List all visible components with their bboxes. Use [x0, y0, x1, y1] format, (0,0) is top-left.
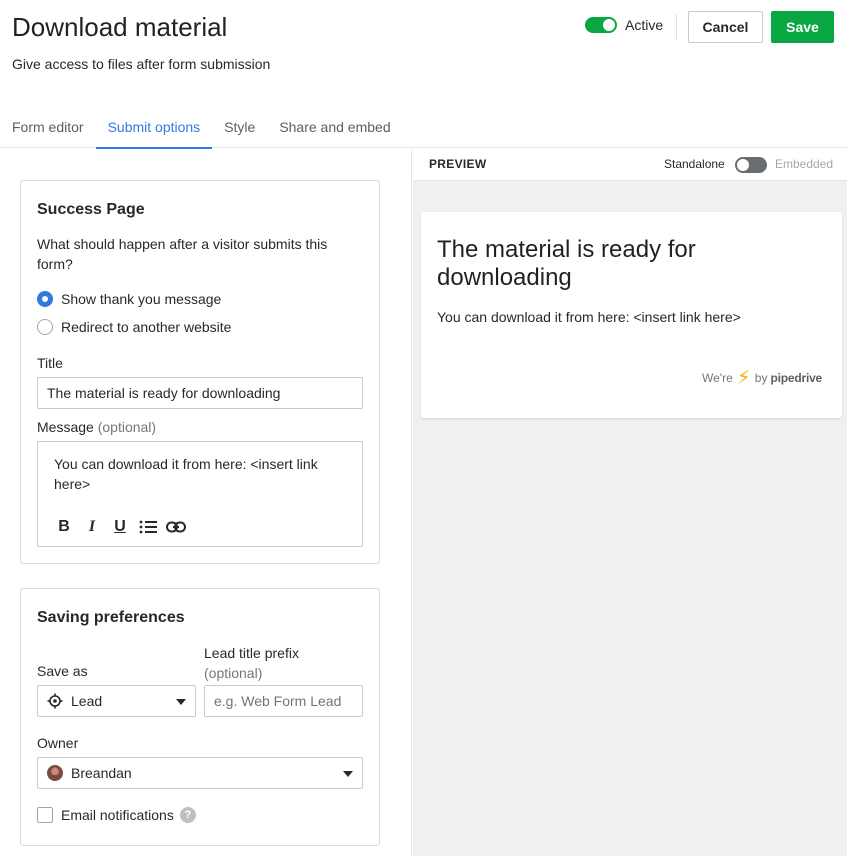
success-page-card: Success Page What should happen after a … — [20, 180, 380, 564]
avatar — [47, 765, 63, 781]
target-icon — [47, 693, 63, 709]
lead-prefix-label: Lead title prefix (optional) — [204, 643, 299, 683]
preview-card: The material is ready for downloading Yo… — [421, 212, 842, 418]
brand-prefix: We're — [702, 371, 733, 385]
message-field-label: Message (optional) — [37, 419, 156, 435]
active-toggle[interactable] — [585, 17, 617, 33]
help-icon[interactable]: ? — [179, 807, 196, 823]
success-page-title: Success Page — [37, 201, 145, 218]
email-notifications-row: Email notifications ? — [37, 807, 196, 823]
toggle-knob — [603, 19, 615, 31]
owner-value: Breandan — [71, 765, 132, 781]
radio-redirect[interactable]: Redirect to another website — [37, 319, 231, 335]
active-toggle-group: Active — [585, 17, 663, 33]
save-as-label: Save as — [37, 663, 88, 679]
radio-label: Redirect to another website — [61, 319, 232, 335]
page-header: Download material Give access to files a… — [0, 0, 847, 149]
tab-share-and-embed[interactable]: Share and embed — [267, 106, 402, 148]
radio-button-checked[interactable] — [37, 291, 53, 307]
message-optional-text: (optional) — [97, 419, 157, 435]
lightning-icon: ⚡ — [736, 367, 751, 389]
title-input[interactable] — [37, 377, 363, 409]
tab-form-editor[interactable]: Form editor — [0, 106, 96, 148]
radio-button[interactable] — [37, 319, 53, 335]
page-title: Download material — [12, 12, 228, 42]
owner-select[interactable]: Breandan — [37, 757, 363, 789]
email-notifications-checkbox[interactable] — [37, 807, 53, 823]
chevron-down-icon — [343, 771, 353, 777]
active-label: Active — [625, 17, 664, 33]
saving-preferences-card: Saving preferences Save as Lead title pr… — [20, 588, 380, 846]
preview-toolbar: PREVIEW Standalone Embedded — [413, 149, 847, 181]
saving-preferences-title: Saving preferences — [37, 609, 185, 626]
success-page-question: What should happen after a visitor submi… — [37, 236, 328, 272]
email-notifications-label[interactable]: Email notifications — [61, 807, 174, 823]
cancel-button[interactable]: Cancel — [688, 11, 763, 43]
save-button[interactable]: Save — [771, 11, 834, 43]
pipedrive-logo: pipedrive — [770, 371, 823, 385]
italic-icon[interactable]: I — [78, 516, 106, 538]
bold-icon[interactable]: B — [50, 516, 78, 538]
tab-style[interactable]: Style — [212, 106, 267, 148]
tab-bar: Form editor Submit options Style Share a… — [0, 106, 403, 149]
underline-icon[interactable]: U — [106, 516, 134, 538]
save-as-select[interactable]: Lead — [37, 685, 196, 717]
preview-pane: PREVIEW Standalone Embedded The material… — [413, 149, 847, 856]
link-icon[interactable] — [162, 516, 190, 538]
formatting-toolbar: B I U — [50, 516, 190, 538]
radio-label: Show thank you message — [61, 291, 222, 307]
lead-prefix-label-text: Lead title prefix — [204, 645, 299, 661]
header-divider — [676, 14, 677, 40]
toggle-knob — [737, 159, 749, 171]
preview-message: You can download it from here: <insert l… — [437, 309, 741, 325]
save-as-value: Lead — [71, 693, 103, 709]
brand-suffix: by — [754, 371, 768, 385]
pipedrive-branding: We're ⚡ by pipedrive — [702, 368, 822, 388]
message-label-text: Message — [37, 419, 94, 435]
page-subtitle: Give access to files after form submissi… — [12, 56, 271, 72]
chevron-down-icon — [176, 699, 186, 705]
settings-pane: Success Page What should happen after a … — [0, 149, 412, 856]
embedded-label: Embedded — [775, 157, 834, 171]
preview-mode-toggle[interactable] — [735, 157, 767, 173]
title-field-label: Title — [37, 355, 63, 371]
tab-submit-options[interactable]: Submit options — [95, 106, 213, 149]
radio-show-thank-you[interactable]: Show thank you message — [37, 291, 221, 307]
preview-label: PREVIEW — [429, 157, 487, 171]
message-editor[interactable]: You can download it from here: <insert l… — [37, 441, 363, 547]
message-editor-text[interactable]: You can download it from here: <insert l… — [54, 454, 344, 494]
lead-prefix-input[interactable] — [204, 685, 363, 717]
bulleted-list-icon[interactable] — [134, 516, 162, 538]
standalone-label: Standalone — [664, 157, 725, 171]
preview-title: The material is ready for downloading — [437, 236, 696, 291]
owner-label: Owner — [37, 735, 79, 751]
lead-prefix-optional-text: (optional) — [204, 665, 263, 681]
